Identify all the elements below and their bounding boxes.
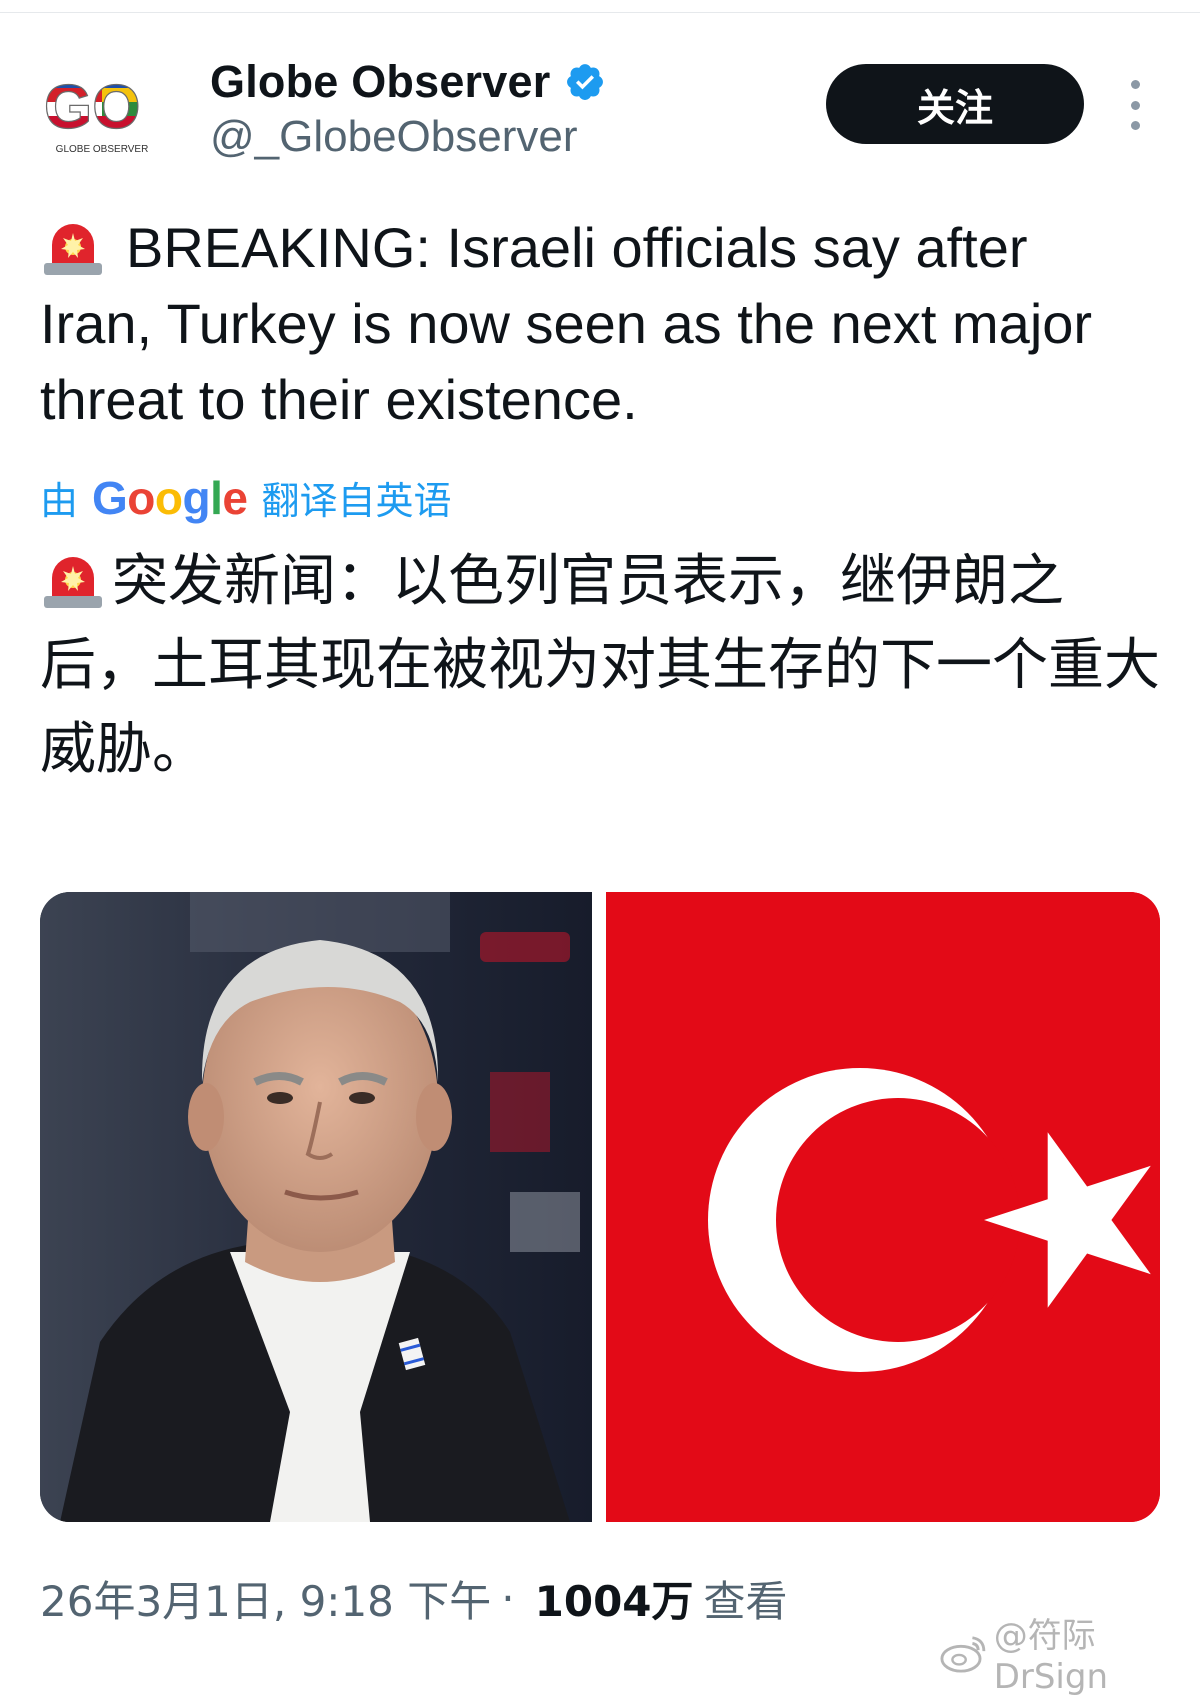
top-divider [0,12,1200,13]
more-options-icon[interactable] [1118,80,1152,130]
siren-emoji-icon [40,550,106,610]
svg-text:GLOBE OBSERVER: GLOBE OBSERVER [56,144,149,155]
tweet-text-chinese: 突发新闻：以色列官员表示，继伊朗之后，土耳其现在被视为对其生存的下一个重大威胁。 [40,540,1160,792]
tweet-text-english: BREAKING: Israeli officials say after Ir… [40,210,1140,438]
verified-badge-icon [564,61,606,103]
views-count: 1004万 [534,1577,694,1626]
meta-separator: · [501,1574,515,1623]
views-label: 查看 [703,1577,788,1626]
tweet-meta: 26年3月1日, 9:18 下午 · 1004万 查看 [40,1568,788,1629]
timestamp[interactable]: 26年3月1日, 9:18 下午 [40,1568,491,1629]
siren-emoji-icon [40,217,106,277]
translate-suffix: 翻译自英语 [261,479,452,523]
portrait-photo-icon [40,892,592,1522]
turkish-flag-icon [606,892,1160,1522]
weibo-watermark: @符际DrSign [940,1608,1200,1697]
google-logo: Google [92,471,248,524]
translate-prefix: 由 [40,479,79,523]
media-image-flag[interactable] [606,892,1160,1522]
display-name-row[interactable]: Globe Observer [210,56,606,108]
account-handle[interactable]: @_GlobeObserver [210,112,578,162]
tweet-chinese-body: 突发新闻：以色列官员表示，继伊朗之后，土耳其现在被视为对其生存的下一个重大威胁。 [40,549,1160,782]
watermark-text: @符际DrSign [993,1616,1109,1697]
translated-by-google-link[interactable]: 由 Google 翻译自英语 [40,470,452,525]
svg-text:GO: GO [44,73,140,142]
avatar[interactable]: GO GO GLOBE OBSERVER [40,66,164,166]
weibo-logo-icon [940,1635,986,1673]
tweet-english-body: BREAKING: Israeli officials say after Ir… [40,216,1093,431]
display-name[interactable]: Globe Observer [210,56,550,108]
media-image-portrait[interactable] [40,892,592,1522]
follow-button[interactable]: 关注 [826,64,1084,144]
